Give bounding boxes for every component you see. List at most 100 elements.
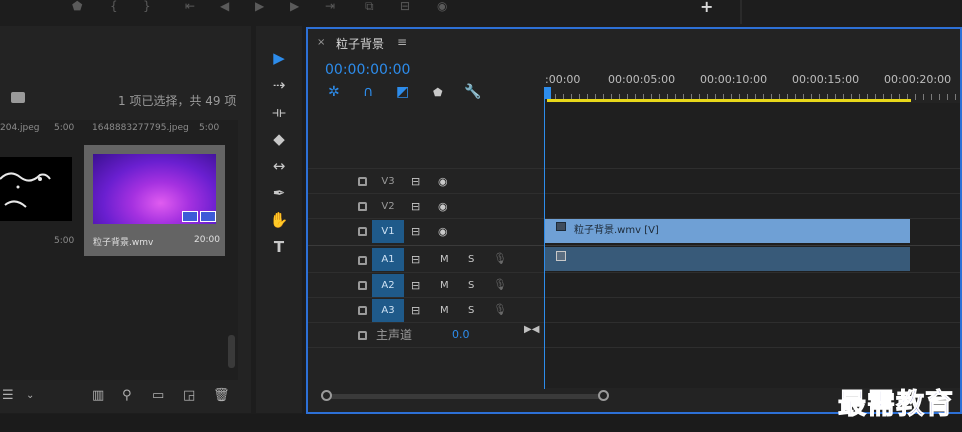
lock-icon[interactable] [358,177,367,186]
type-tool-icon[interactable]: T [267,236,291,258]
go-to-out-icon[interactable]: ⇥ [325,0,335,12]
lock-icon[interactable] [358,331,367,340]
play-icon[interactable]: ▶ [255,0,264,12]
eye-icon[interactable]: ◉ [438,225,448,238]
item-duration: 20:00 [194,235,220,245]
track-name-a1[interactable]: A1 [372,248,404,271]
button-editor-button[interactable]: + [700,0,713,15]
step-back-icon[interactable]: ◀ [220,0,229,12]
track-divider [308,193,960,194]
bin-search-icon[interactable] [11,92,25,103]
sync-lock-icon[interactable]: ⊟ [411,304,420,317]
fx-icon [556,222,566,231]
panel-divider [740,0,742,24]
ruler-tick: 00:00:05:00 [608,73,676,86]
playhead-line[interactable] [544,99,545,389]
lift-icon[interactable]: ⧉ [365,0,374,12]
project-scrollbar[interactable] [228,335,235,368]
automate-sequence-icon[interactable]: ▥ [92,388,104,403]
sequence-tab-title[interactable]: 粒子背景 [336,35,384,52]
go-to-in-icon[interactable]: ⇤ [185,0,195,12]
sync-lock-icon[interactable]: ⊟ [411,200,420,213]
master-volume-value[interactable]: 0.0 [452,328,470,341]
extract-icon[interactable]: ⊟ [400,0,410,12]
list-view-icon[interactable]: ☰ [2,388,14,403]
track-name-v1[interactable]: V1 [372,220,404,243]
mute-button[interactable]: M [440,254,449,265]
zoom-handle-right[interactable] [598,390,609,401]
lock-icon[interactable] [358,256,367,265]
track-divider [308,272,960,273]
track-divider [308,245,960,246]
eye-icon[interactable]: ◉ [438,200,448,213]
lock-icon[interactable] [358,202,367,211]
audio-badge-icon [200,211,216,222]
nest-toggle-icon[interactable]: ✲ [328,84,340,100]
audio-clip[interactable] [545,247,910,271]
new-bin-icon[interactable]: ▭ [152,388,164,403]
selection-tool-icon[interactable]: ▶ [267,47,291,69]
sync-lock-icon[interactable]: ⊟ [411,279,420,292]
microphone-icon[interactable]: 🎙 [493,252,507,265]
add-marker-icon[interactable]: ⬟ [72,0,82,12]
zoom-handle-left[interactable] [321,390,332,401]
playhead-handle[interactable] [544,87,551,99]
ripple-edit-tool-icon[interactable]: ⟛ [267,101,291,123]
track-name-v2[interactable]: V2 [372,195,404,218]
solo-button[interactable]: S [468,305,474,316]
zoom-scrollbar[interactable] [326,394,604,399]
panel-menu-icon[interactable]: ≡ [397,35,407,49]
item-duration: 5:00 [199,123,220,133]
program-monitor-controls: ⬟ { } ⇤ ◀ ▶ ▶ ⇥ ⧉ ⊟ ◉ [0,0,962,24]
work-area-bar[interactable] [547,99,911,102]
track-name-v3[interactable]: V3 [372,170,404,193]
track-select-tool-icon[interactable]: ⇢ [267,74,291,96]
wrench-icon[interactable]: 🔧 [464,84,481,100]
playhead-timecode[interactable]: 00:00:00:00 [325,62,410,78]
razor-tool-icon[interactable]: ◆ [267,128,291,150]
track-name-a3[interactable]: A3 [372,299,404,322]
find-icon[interactable]: ⚲ [122,388,132,403]
track-name-a2[interactable]: A2 [372,274,404,297]
pen-tool-icon[interactable]: ✒ [267,182,291,204]
eye-icon[interactable]: ◉ [438,175,448,188]
mute-button[interactable]: M [440,305,449,316]
lock-icon[interactable] [358,306,367,315]
ruler-tick: 00:00:15:00 [792,73,860,86]
mark-in-icon[interactable]: { [110,0,118,12]
sync-lock-icon[interactable]: ⊟ [411,253,420,266]
status-bar [0,414,962,432]
fx-icon [556,251,566,261]
hand-tool-icon[interactable]: ✋ [267,209,291,231]
video-badge-icon [182,211,198,222]
sync-lock-icon[interactable]: ⊟ [411,175,420,188]
microphone-icon[interactable]: 🎙 [493,303,507,316]
add-marker-icon[interactable]: ⬟ [433,86,443,99]
microphone-icon[interactable]: 🎙 [493,278,507,291]
clip-thumbnail[interactable] [0,157,72,221]
sync-lock-icon[interactable]: ⊟ [411,225,420,238]
watermark-logo: 最需教育 [837,387,955,421]
export-frame-icon[interactable]: ◉ [437,0,447,12]
thumb-duration: 5:00 [54,236,75,246]
item-filename: 1648883277795.jpeg [92,123,189,133]
new-item-icon[interactable]: ◲ [183,388,195,403]
lock-icon[interactable] [358,281,367,290]
ruler-tick: :00:00 [545,73,581,86]
trash-icon[interactable]: 🗑 [213,388,230,403]
track-divider [308,297,960,298]
mute-button[interactable]: M [440,280,449,291]
close-icon[interactable]: × [317,37,325,48]
solo-button[interactable]: S [468,280,474,291]
snap-icon[interactable]: ∩ [363,84,373,100]
lock-icon[interactable] [358,227,367,236]
track-divider [308,168,960,169]
step-forward-icon[interactable]: ▶ [290,0,299,12]
linked-selection-icon[interactable]: ◩ [396,84,409,100]
go-to-end-icon[interactable]: ▶◀ [524,324,539,335]
chevron-down-icon[interactable]: ⌄ [26,390,34,401]
solo-button[interactable]: S [468,254,474,265]
slip-tool-icon[interactable]: ↔ [267,155,291,177]
ruler-tick: 00:00:10:00 [700,73,768,86]
mark-out-icon[interactable]: } [143,0,151,12]
